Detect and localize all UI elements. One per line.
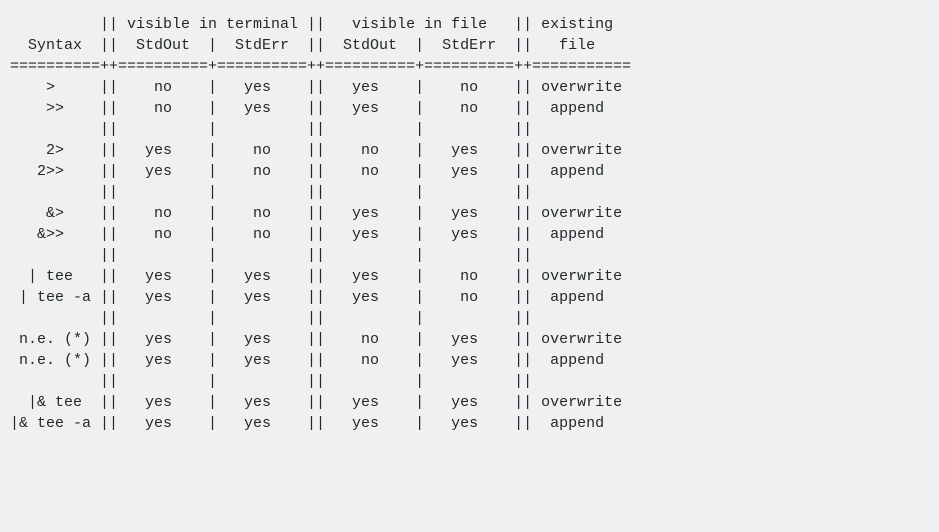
redirection-table: || visible in terminal || visible in fil… <box>0 0 939 448</box>
